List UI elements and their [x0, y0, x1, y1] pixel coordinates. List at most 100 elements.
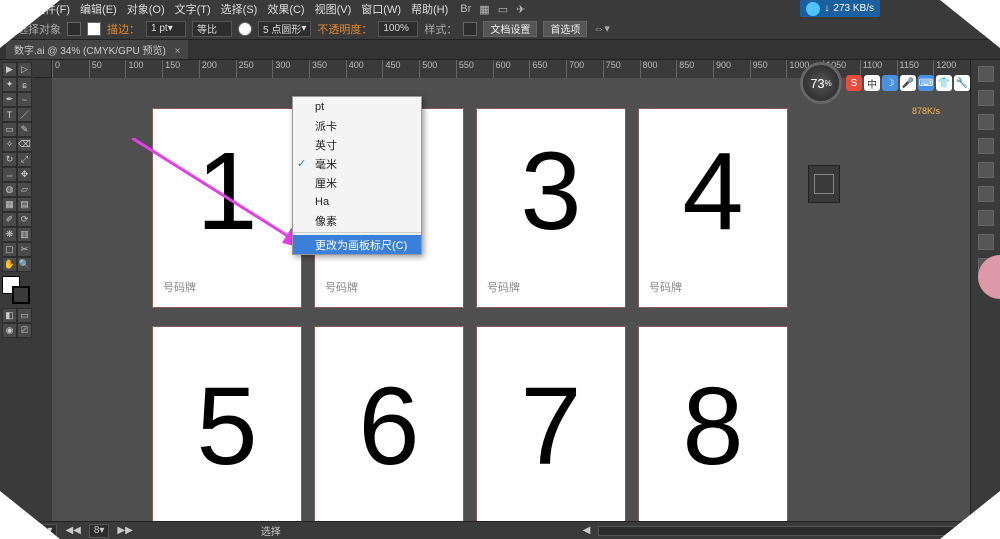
screen-mode-icon[interactable]: ▭	[17, 308, 32, 323]
close-tab-icon[interactable]: ×	[175, 46, 181, 57]
canvas[interactable]: 1号码牌2号码牌3号码牌4号码牌5678 pt派卡英寸✓毫米厘米Ha像素更改为画…	[52, 78, 970, 521]
floating-panel[interactable]	[808, 165, 840, 203]
ctx-change-ruler-action[interactable]: 更改为画板标尺(C)	[293, 235, 421, 254]
menu-edit[interactable]: 编辑(E)	[76, 0, 121, 18]
type-tool[interactable]: T	[2, 107, 17, 122]
artboard-tool[interactable]: ▢	[2, 242, 17, 257]
shape-builder-tool[interactable]: ◍	[2, 182, 17, 197]
symbol-sprayer-tool[interactable]: ❋	[2, 227, 17, 242]
stock-icon[interactable]: ▦	[479, 3, 489, 16]
width-tool[interactable]: ⇔	[2, 167, 17, 182]
scrollbar-horizontal[interactable]	[598, 526, 978, 536]
eraser-tool[interactable]: ⌫	[17, 137, 32, 152]
stroke-weight-value: 1 pt	[151, 23, 168, 34]
panel-icon-color[interactable]	[978, 114, 994, 130]
menu-type[interactable]: 文字(T)	[171, 0, 215, 18]
artboard[interactable]: 5	[152, 326, 302, 521]
brush-style-field[interactable]: 5 点圆形 ▾	[258, 21, 311, 37]
perspective-tool[interactable]: ▱	[17, 182, 32, 197]
ctx-unit-item[interactable]: 派卡	[293, 116, 421, 135]
ctx-unit-item[interactable]: 厘米	[293, 173, 421, 192]
lasso-tool[interactable]: ɕ	[17, 77, 32, 92]
panel-icon-stroke[interactable]	[978, 162, 994, 178]
menu-select[interactable]: 选择(S)	[217, 0, 262, 18]
menu-window[interactable]: 窗口(W)	[357, 0, 405, 18]
slice-tool[interactable]: ✂	[17, 242, 32, 257]
hand-tool[interactable]: ✋	[2, 257, 17, 272]
pen-tool[interactable]: ✒	[2, 92, 17, 107]
align-icon[interactable]: ⇔▾	[593, 22, 610, 35]
stroke-weight-field[interactable]: 1 pt ▾	[146, 21, 186, 37]
shaper-tool[interactable]: ✧	[2, 137, 17, 152]
panel-icon-swatches[interactable]	[978, 138, 994, 154]
artboard[interactable]: 8	[638, 326, 788, 521]
menu-view[interactable]: 视图(V)	[311, 0, 356, 18]
ime-voice-icon[interactable]: 🎤	[900, 75, 916, 91]
ctx-unit-item[interactable]: Ha	[293, 192, 421, 211]
draw-mode-icon[interactable]: ◉	[2, 323, 17, 338]
artboard-caption: 号码牌	[477, 273, 625, 307]
graphic-style-swatch[interactable]	[463, 22, 477, 36]
panel-icon-properties[interactable]	[978, 66, 994, 82]
eyedropper-tool[interactable]: ✐	[2, 212, 17, 227]
gradient-tool[interactable]: ▤	[17, 197, 32, 212]
sogou-icon[interactable]: S	[846, 75, 862, 91]
blend-tool[interactable]: ⟳	[17, 212, 32, 227]
panel-icon-appearance[interactable]	[978, 234, 994, 250]
bridge-icon[interactable]: Br	[460, 3, 471, 16]
ime-tool-icon[interactable]: 🔧	[954, 75, 970, 91]
line-tool[interactable]: ／	[17, 107, 32, 122]
direct-selection-tool[interactable]: ▷	[17, 62, 32, 77]
zoom-tool[interactable]: 🔍	[17, 257, 32, 272]
ruler-origin[interactable]	[34, 60, 52, 78]
plane-icon[interactable]: ✈	[516, 3, 525, 16]
scroll-left-icon[interactable]: ◀	[583, 525, 591, 536]
ime-lang-icon[interactable]: 中	[864, 75, 880, 91]
document-setup-button[interactable]: 文档设置	[483, 21, 537, 37]
nav-prev-icon[interactable]: ◀◀	[65, 525, 80, 536]
artboard[interactable]: 7	[476, 326, 626, 521]
artboard[interactable]: 1号码牌	[152, 108, 302, 308]
artboard[interactable]: 6	[314, 326, 464, 521]
panel-icon-transparency[interactable]	[978, 210, 994, 226]
ime-toolbar[interactable]: S 中 ☽ 🎤 ⌨ 👕 🔧	[846, 75, 970, 91]
stroke-swatch[interactable]	[87, 22, 101, 36]
ime-skin-icon[interactable]: 👕	[936, 75, 952, 91]
opacity-field[interactable]: 100%	[378, 21, 418, 37]
accelerator-badge[interactable]: 73%	[800, 62, 842, 104]
change-screen-icon[interactable]: ⎚	[17, 323, 32, 338]
artboard-nav-field[interactable]: 8 ▾	[89, 524, 110, 538]
preferences-button[interactable]: 首选项	[543, 21, 587, 37]
ctx-unit-item[interactable]: 英寸	[293, 135, 421, 154]
rotate-tool[interactable]: ↻	[2, 152, 17, 167]
selection-tool[interactable]: ▶	[2, 62, 17, 77]
magic-wand-tool[interactable]: ✦	[2, 77, 17, 92]
free-transform-tool[interactable]: ✥	[17, 167, 32, 182]
ctx-unit-item[interactable]: 像素	[293, 211, 421, 230]
artboard[interactable]: 3号码牌	[476, 108, 626, 308]
ctx-unit-item[interactable]: ✓毫米	[293, 154, 421, 173]
panel-icon-layers[interactable]	[978, 90, 994, 106]
graph-tool[interactable]: ▥	[17, 227, 32, 242]
paintbrush-tool[interactable]: ✎	[17, 122, 32, 137]
ctx-unit-item[interactable]: pt	[293, 97, 421, 116]
rectangle-tool[interactable]: ▭	[2, 122, 17, 137]
mesh-tool[interactable]: ▦	[2, 197, 17, 212]
uniform-field[interactable]: 等比	[192, 21, 232, 37]
arrange-icon[interactable]: ▭	[498, 3, 508, 16]
cloud-speed-badge[interactable]: ↓ 273 KB/s	[800, 0, 880, 17]
menu-help[interactable]: 帮助(H)	[407, 0, 452, 18]
fill-swatch[interactable]	[67, 22, 81, 36]
nav-next-icon[interactable]: ▶▶	[117, 525, 132, 536]
scale-tool[interactable]: ⤢	[17, 152, 32, 167]
ime-moon-icon[interactable]: ☽	[882, 75, 898, 91]
menu-effect[interactable]: 效果(C)	[263, 0, 308, 18]
artboard[interactable]: 4号码牌	[638, 108, 788, 308]
ime-keyboard-icon[interactable]: ⌨	[918, 75, 934, 91]
fill-stroke-control[interactable]	[2, 276, 30, 304]
curvature-tool[interactable]: ~	[17, 92, 32, 107]
color-mode-icon[interactable]: ◧	[2, 308, 17, 323]
panel-icon-gradient[interactable]	[978, 186, 994, 202]
menu-object[interactable]: 对象(O)	[123, 0, 169, 18]
ruler-vertical[interactable]	[34, 78, 52, 521]
